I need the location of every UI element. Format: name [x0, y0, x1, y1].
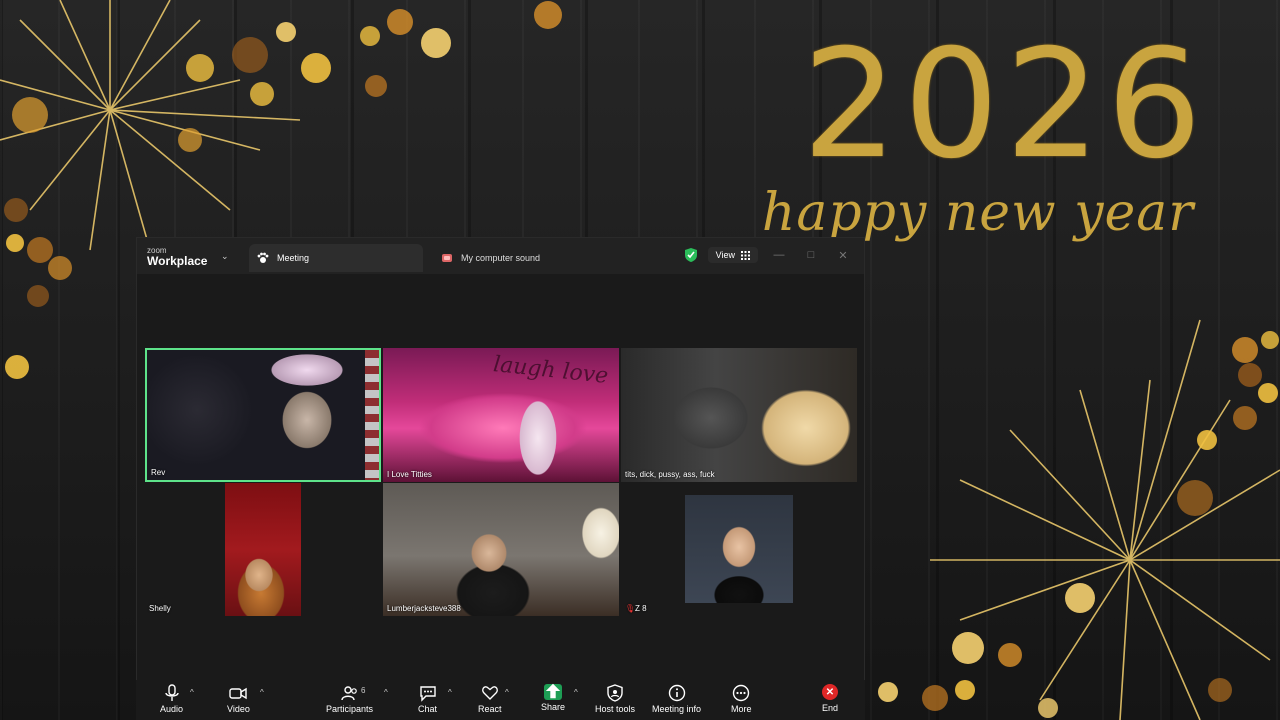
flag-decor: [365, 350, 379, 480]
video-button[interactable]: Video: [227, 684, 250, 714]
participants-button[interactable]: Participants: [326, 684, 373, 714]
tab-meeting-label: Meeting: [277, 253, 310, 263]
mic-muted-icon: 🎙: [625, 604, 636, 613]
shield-icon: [607, 684, 623, 702]
more-label: More: [731, 704, 752, 714]
info-icon: [668, 684, 685, 702]
view-button[interactable]: View: [707, 247, 758, 263]
end-label: End: [822, 703, 839, 713]
meeting-toolbar: Audio ^ Video ^ Participants 6 ^ Chat ^ …: [136, 680, 865, 720]
meeting-info-label: Meeting info: [652, 704, 702, 714]
chat-options-caret[interactable]: ^: [448, 688, 452, 697]
video-tile-participant-3[interactable]: tits, dick, pussy, ass, fuck: [621, 348, 857, 482]
react-button[interactable]: React: [478, 684, 502, 714]
chat-label: Chat: [418, 704, 438, 714]
grid-icon: [741, 250, 750, 260]
more-button[interactable]: More: [731, 684, 752, 714]
end-button[interactable]: ✕ End: [822, 684, 838, 713]
participant-name: I Love Titties: [387, 470, 432, 479]
maximize-button[interactable]: □: [800, 249, 822, 261]
audio-options-caret[interactable]: ^: [190, 688, 194, 697]
video-tile-lumberjacksteve388[interactable]: Lumberjacksteve388: [383, 483, 619, 616]
video-tile-z8[interactable]: 🎙Z 8: [621, 483, 857, 616]
speaker-icon: [441, 252, 453, 264]
participant-name: Lumberjacksteve388: [387, 604, 461, 613]
greeting-script: happy new year: [761, 183, 1195, 243]
react-options-caret[interactable]: ^: [505, 688, 509, 697]
paw-icon: [257, 252, 269, 264]
participants-label: Participants: [326, 704, 374, 714]
heart-icon: [481, 686, 498, 700]
video-feed: [225, 483, 301, 616]
microphone-icon: [164, 684, 179, 701]
camera-icon: [229, 687, 248, 700]
share-label: Share: [541, 702, 566, 712]
chevron-down-icon[interactable]: ⌄: [221, 251, 229, 262]
chat-bubble-icon: [419, 686, 436, 702]
share-button[interactable]: Share: [541, 683, 566, 712]
video-tile-shelly[interactable]: Shelly: [145, 483, 381, 616]
more-dots-icon: [733, 684, 750, 702]
host-tools-label: Host tools: [595, 704, 636, 714]
minimize-button[interactable]: —: [768, 249, 790, 261]
video-feed: [685, 495, 793, 603]
titlebar: zoom Workplace ⌄ Meeting My computer sou…: [137, 238, 864, 274]
meeting-info-button[interactable]: Meeting info: [652, 684, 701, 714]
zoom-window: zoom Workplace ⌄ Meeting My computer sou…: [136, 237, 865, 720]
tab-meeting[interactable]: Meeting: [249, 244, 423, 272]
share-screen-icon: [544, 683, 563, 700]
react-label: React: [478, 704, 502, 714]
video-options-caret[interactable]: ^: [260, 688, 264, 697]
participant-name: Z 8: [635, 604, 647, 613]
titlebar-controls: View — □ ✕: [684, 247, 854, 263]
host-tools-button[interactable]: Host tools: [595, 684, 635, 714]
wall-script-text: laugh love: [492, 352, 610, 389]
participants-icon: [340, 686, 357, 701]
participant-name: Rev: [151, 468, 166, 477]
participant-name: Shelly: [149, 604, 171, 613]
audio-label: Audio: [160, 704, 184, 714]
participants-count: 6: [361, 686, 366, 695]
video-tile-i-love-titties[interactable]: laugh love I Love Titties: [383, 348, 619, 482]
participants-options-caret[interactable]: ^: [384, 688, 388, 697]
participant-name-row: 🎙Z 8: [625, 604, 647, 613]
shield-check-icon[interactable]: [684, 247, 698, 263]
firework-top-left: [0, 0, 301, 251]
tab-computer-sound-label: My computer sound: [461, 253, 541, 263]
video-tile-rev[interactable]: Rev: [145, 348, 381, 482]
year-headline: 2026: [802, 18, 1208, 192]
participant-name: tits, dick, pussy, ass, fuck: [625, 470, 715, 479]
close-button[interactable]: ✕: [832, 249, 854, 262]
tab-computer-sound[interactable]: My computer sound: [433, 244, 633, 272]
end-call-icon: ✕: [822, 684, 838, 700]
firework-bottom-right: [930, 319, 1280, 720]
view-label: View: [715, 250, 735, 260]
chat-button[interactable]: Chat: [418, 684, 437, 714]
video-label: Video: [227, 704, 250, 714]
share-options-caret[interactable]: ^: [574, 688, 578, 697]
audio-button[interactable]: Audio: [160, 684, 183, 714]
